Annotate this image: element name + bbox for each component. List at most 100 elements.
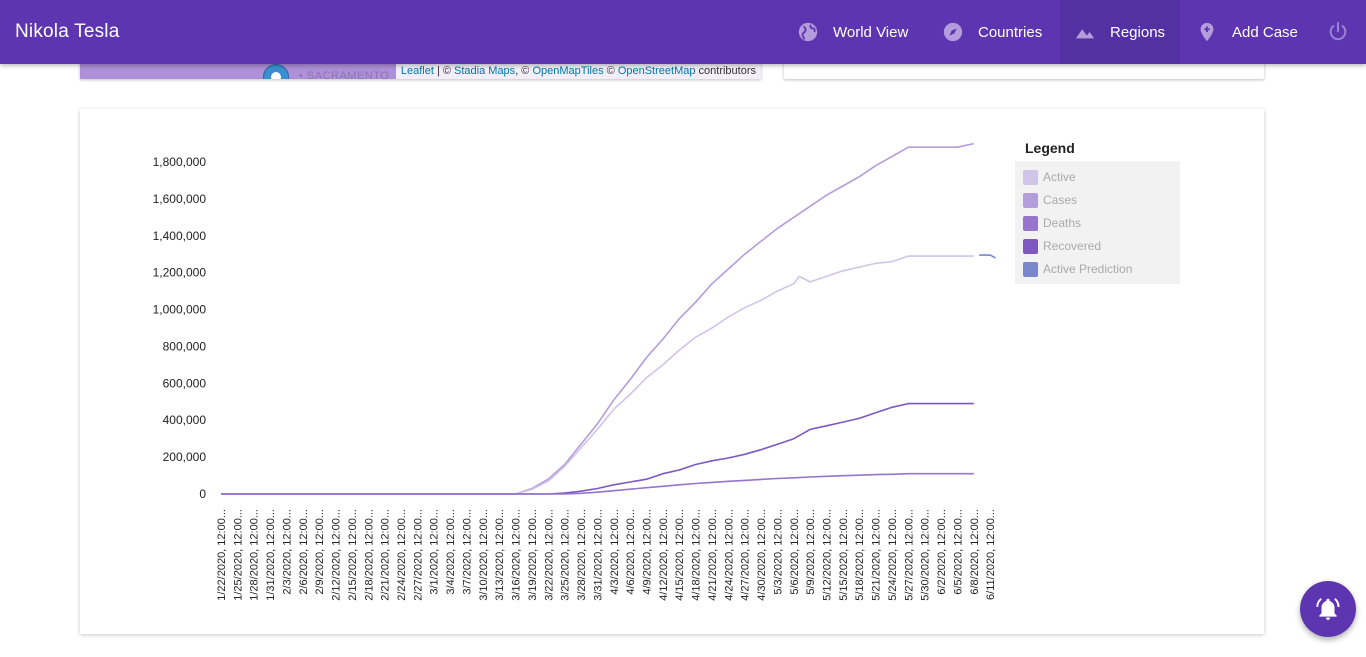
x-tick-label: 2/9/2020, 12:00...: [314, 509, 326, 595]
legend-item-cases[interactable]: Cases: [1023, 192, 1077, 208]
x-tick-label: 4/24/2020, 12:00...: [723, 509, 735, 601]
y-tick-label: 600,000: [163, 376, 207, 390]
x-tick-label: 4/9/2020, 12:00...: [641, 509, 653, 595]
app-title[interactable]: Nikola Tesla: [15, 0, 120, 64]
series-line-active-prediction: [979, 254, 996, 259]
legend-item-active[interactable]: Active: [1023, 169, 1076, 185]
x-tick-label: 3/1/2020, 12:00...: [429, 509, 441, 595]
nav-label: World View: [833, 23, 909, 41]
x-tick-label: 1/22/2020, 12:00...: [216, 509, 228, 601]
x-tick-label: 3/4/2020, 12:00...: [445, 509, 457, 595]
x-tick-label: 2/12/2020, 12:00...: [331, 509, 343, 601]
x-tick-label: 2/6/2020, 12:00...: [298, 509, 310, 595]
y-tick-label: 400,000: [163, 413, 207, 427]
add-location-icon: [1200, 22, 1214, 42]
x-tick-label: 4/21/2020, 12:00...: [707, 509, 719, 601]
bell-ring-icon: [1316, 598, 1340, 620]
y-tick-label: 1,200,000: [153, 266, 207, 280]
series-line-cases: [221, 142, 974, 495]
power-icon[interactable]: [1327, 21, 1349, 43]
x-tick-label: 4/15/2020, 12:00...: [674, 509, 686, 601]
x-tick-label: 5/27/2020, 12:00...: [903, 509, 915, 601]
app-bar: Nikola Tesla World View Countries Region…: [0, 0, 1366, 64]
x-tick-label: 2/27/2020, 12:00...: [412, 509, 424, 601]
x-tick-label: 3/7/2020, 12:00...: [461, 509, 473, 595]
x-tick-label: 4/18/2020, 12:00...: [691, 509, 703, 601]
legend-label: Active: [1043, 170, 1076, 184]
series-line-deaths: [221, 472, 974, 495]
x-tick-label: 4/30/2020, 12:00...: [756, 509, 768, 601]
stadia-link[interactable]: Stadia Maps: [454, 65, 515, 77]
x-tick-label: 5/9/2020, 12:00...: [805, 509, 817, 595]
legend-label: Recovered: [1043, 239, 1102, 253]
x-tick-label: 6/11/2020, 12:00...: [985, 509, 997, 600]
map-city-label: • SACRAMENTO: [299, 70, 390, 79]
x-tick-label: 5/12/2020, 12:00...: [822, 509, 834, 601]
x-tick-label: 4/27/2020, 12:00...: [740, 509, 752, 601]
y-tick-label: 0: [199, 487, 206, 501]
x-tick-label: 4/3/2020, 12:00...: [609, 509, 621, 595]
nav-label: Countries: [978, 23, 1043, 41]
x-tick-label: 5/24/2020, 12:00...: [887, 509, 899, 601]
x-tick-label: 5/3/2020, 12:00...: [772, 509, 784, 595]
legend-item-active-prediction[interactable]: Active Prediction: [1023, 261, 1132, 277]
nav-add-case[interactable]: Add Case: [1196, 0, 1298, 64]
map-marker[interactable]: [263, 64, 289, 79]
y-tick-label: 1,400,000: [153, 229, 207, 243]
legend-label: Deaths: [1043, 216, 1082, 230]
x-tick-label: 2/15/2020, 12:00...: [347, 509, 359, 601]
x-tick-label: 3/19/2020, 12:00...: [527, 509, 539, 601]
y-tick-label: 800,000: [163, 339, 207, 353]
legend-label: Active Prediction: [1043, 262, 1133, 276]
y-tick-label: 1,800,000: [153, 155, 207, 169]
legend-title: Legend: [1025, 140, 1075, 156]
legend: Active Cases Deaths Recovered Active Pre…: [1015, 161, 1180, 284]
nav-label: Add Case: [1232, 23, 1298, 41]
x-tick-label: 2/21/2020, 12:00...: [380, 509, 392, 601]
series-line-active: [221, 255, 974, 495]
map-attribution: Leaflet | © Stadia Maps, © OpenMapTiles …: [395, 63, 761, 79]
series-line-recovered: [221, 402, 974, 495]
x-tick-label: 2/3/2020, 12:00...: [281, 509, 293, 595]
x-tick-label: 3/10/2020, 12:00...: [478, 509, 490, 601]
x-tick-label: 3/13/2020, 12:00...: [494, 509, 506, 601]
chart-card: 0 200,000 400,000 600,000 800,000 1,000,000 1,…: [80, 109, 1264, 634]
x-tick-label: 1/25/2020, 12:00...: [232, 509, 244, 601]
nav-regions[interactable]: Regions: [1060, 0, 1180, 64]
x-tick-label: 5/21/2020, 12:00...: [871, 509, 883, 601]
nav-world-view[interactable]: World View: [797, 0, 908, 64]
mountain-icon: [1075, 29, 1095, 39]
x-tick-label: 4/6/2020, 12:00...: [625, 509, 637, 595]
legend-item-recovered[interactable]: Recovered: [1023, 238, 1101, 254]
legend-swatch: [1023, 192, 1038, 208]
x-tick-label: 3/22/2020, 12:00...: [543, 509, 555, 601]
compass-icon: [943, 22, 963, 42]
attribution-text: contributors: [695, 65, 756, 77]
y-tick-label: 200,000: [163, 450, 207, 464]
x-tick-label: 3/31/2020, 12:00...: [592, 509, 604, 601]
x-tick-label: 3/28/2020, 12:00...: [576, 509, 588, 601]
attribution-text: | ©: [433, 65, 455, 77]
notifications-button[interactable]: [1300, 581, 1356, 637]
legend-label: Cases: [1043, 193, 1078, 207]
legend-swatch: [1023, 261, 1038, 277]
x-tick-label: 3/25/2020, 12:00...: [560, 509, 572, 601]
x-tick-label: 1/31/2020, 12:00...: [265, 509, 277, 601]
nav-countries[interactable]: Countries: [942, 0, 1042, 64]
x-tick-label: 5/15/2020, 12:00...: [838, 509, 850, 601]
leaflet-link[interactable]: Leaflet: [401, 65, 434, 77]
attribution-text: , ©: [515, 65, 533, 77]
attribution-text: ©: [603, 65, 618, 77]
openmaptiles-link[interactable]: OpenMapTiles: [532, 65, 603, 77]
legend-swatch: [1023, 238, 1038, 254]
openstreetmap-link[interactable]: OpenStreetMap: [618, 65, 696, 77]
x-tick-label: 4/12/2020, 12:00...: [658, 509, 670, 601]
x-tick-label: 1/28/2020, 12:00...: [249, 509, 261, 601]
globe-icon: [798, 22, 818, 42]
x-tick-label: 6/2/2020, 12:00...: [936, 509, 948, 595]
nav-label: Regions: [1110, 23, 1166, 41]
legend-swatch: [1023, 215, 1038, 231]
legend-item-deaths[interactable]: Deaths: [1023, 215, 1081, 231]
x-tick-label: 2/24/2020, 12:00...: [396, 509, 408, 601]
y-tick-label: 1,000,000: [153, 303, 207, 317]
